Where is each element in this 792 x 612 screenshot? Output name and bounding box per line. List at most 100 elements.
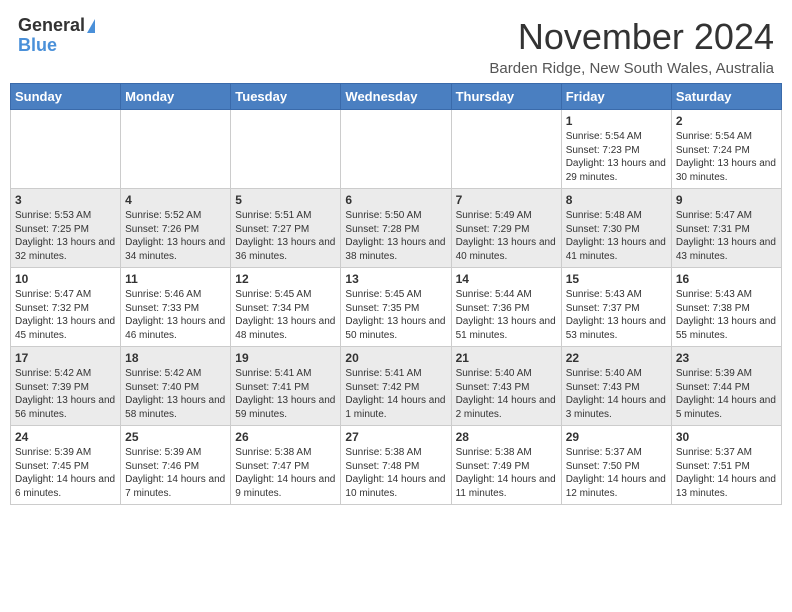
- day-number: 19: [235, 351, 336, 365]
- day-info: Sunrise: 5:38 AM Sunset: 7:48 PM Dayligh…: [345, 446, 446, 500]
- day-info: Sunrise: 5:54 AM Sunset: 7:24 PM Dayligh…: [676, 130, 777, 184]
- month-title: November 2024: [489, 16, 774, 58]
- calendar-cell: 18Sunrise: 5:42 AM Sunset: 7:40 PM Dayli…: [121, 347, 231, 426]
- calendar-cell: [121, 110, 231, 189]
- calendar-cell: 10Sunrise: 5:47 AM Sunset: 7:32 PM Dayli…: [11, 268, 121, 347]
- day-number: 23: [676, 351, 777, 365]
- day-info: Sunrise: 5:50 AM Sunset: 7:28 PM Dayligh…: [345, 209, 446, 263]
- calendar-week-row: 24 Sunrise: 5:39 AM Sunset: 7:45 PM Dayli…: [11, 426, 782, 505]
- day-info: Sunrise: 5:43 AM Sunset: 7:37 PM Dayligh…: [566, 288, 667, 342]
- day-info: Sunrise: 5:40 AM Sunset: 7:43 PM Dayligh…: [566, 367, 667, 421]
- calendar-cell: 3 Sunrise: 5:53 AM Sunset: 7:25 PM Daylig…: [11, 189, 121, 268]
- day-number: 27: [345, 430, 446, 444]
- col-header-sunday: Sunday: [11, 84, 121, 110]
- day-info: Sunrise: 5:51 AM Sunset: 7:27 PM Dayligh…: [235, 209, 336, 263]
- calendar-cell: 13 Sunrise: 5:45 AM Sunset: 7:35 PM Dayli…: [341, 268, 451, 347]
- day-number: 17: [15, 351, 116, 365]
- day-info: Sunrise: 5:41 AM Sunset: 7:42 PM Dayligh…: [345, 367, 446, 421]
- calendar-table: SundayMondayTuesdayWednesdayThursdayFrid…: [10, 83, 782, 505]
- day-number: 24: [15, 430, 116, 444]
- day-info: Sunrise: 5:39 AM Sunset: 7:46 PM Dayligh…: [125, 446, 226, 500]
- calendar-cell: [11, 110, 121, 189]
- day-info: Sunrise: 5:47 AM Sunset: 7:32 PM Dayligh…: [15, 288, 116, 342]
- calendar-cell: 6 Sunrise: 5:50 AM Sunset: 7:28 PM Daylig…: [341, 189, 451, 268]
- day-info: Sunrise: 5:53 AM Sunset: 7:25 PM Dayligh…: [15, 209, 116, 263]
- day-number: 15: [566, 272, 667, 286]
- logo: General Blue: [18, 16, 95, 56]
- calendar-cell: 19 Sunrise: 5:41 AM Sunset: 7:41 PM Dayli…: [231, 347, 341, 426]
- day-info: Sunrise: 5:45 AM Sunset: 7:34 PM Dayligh…: [235, 288, 336, 342]
- col-header-tuesday: Tuesday: [231, 84, 341, 110]
- day-info: Sunrise: 5:54 AM Sunset: 7:23 PM Dayligh…: [566, 130, 667, 184]
- calendar-cell: 23 Sunrise: 5:39 AM Sunset: 7:44 PM Dayli…: [671, 347, 781, 426]
- day-number: 16: [676, 272, 777, 286]
- calendar-cell: 26 Sunrise: 5:38 AM Sunset: 7:47 PM Dayli…: [231, 426, 341, 505]
- day-number: 28: [456, 430, 557, 444]
- day-number: 8: [566, 193, 667, 207]
- calendar-cell: [451, 110, 561, 189]
- day-info: Sunrise: 5:39 AM Sunset: 7:44 PM Dayligh…: [676, 367, 777, 421]
- day-info: Sunrise: 5:48 AM Sunset: 7:30 PM Dayligh…: [566, 209, 667, 263]
- day-number: 30: [676, 430, 777, 444]
- day-number: 7: [456, 193, 557, 207]
- calendar-cell: 25Sunrise: 5:39 AM Sunset: 7:46 PM Dayli…: [121, 426, 231, 505]
- col-header-monday: Monday: [121, 84, 231, 110]
- calendar-cell: 9 Sunrise: 5:47 AM Sunset: 7:31 PM Daylig…: [671, 189, 781, 268]
- calendar-week-row: 1 Sunrise: 5:54 AM Sunset: 7:23 PM Daylig…: [11, 110, 782, 189]
- day-info: Sunrise: 5:49 AM Sunset: 7:29 PM Dayligh…: [456, 209, 557, 263]
- calendar-cell: 27 Sunrise: 5:38 AM Sunset: 7:48 PM Dayli…: [341, 426, 451, 505]
- day-number: 11: [125, 272, 226, 286]
- day-info: Sunrise: 5:42 AM Sunset: 7:39 PM Dayligh…: [15, 367, 116, 421]
- day-info: Sunrise: 5:45 AM Sunset: 7:35 PM Dayligh…: [345, 288, 446, 342]
- day-number: 29: [566, 430, 667, 444]
- day-number: 6: [345, 193, 446, 207]
- day-info: Sunrise: 5:46 AM Sunset: 7:33 PM Dayligh…: [125, 288, 226, 342]
- calendar-cell: 11 Sunrise: 5:46 AM Sunset: 7:33 PM Dayli…: [121, 268, 231, 347]
- day-info: Sunrise: 5:37 AM Sunset: 7:50 PM Dayligh…: [566, 446, 667, 500]
- day-number: 4: [125, 193, 226, 207]
- day-number: 3: [15, 193, 116, 207]
- day-info: Sunrise: 5:38 AM Sunset: 7:47 PM Dayligh…: [235, 446, 336, 500]
- day-info: Sunrise: 5:37 AM Sunset: 7:51 PM Dayligh…: [676, 446, 777, 500]
- calendar-cell: 1 Sunrise: 5:54 AM Sunset: 7:23 PM Daylig…: [561, 110, 671, 189]
- day-number: 13: [345, 272, 446, 286]
- day-number: 14: [456, 272, 557, 286]
- calendar-week-row: 17 Sunrise: 5:42 AM Sunset: 7:39 PM Dayli…: [11, 347, 782, 426]
- day-number: 26: [235, 430, 336, 444]
- col-header-wednesday: Wednesday: [341, 84, 451, 110]
- calendar-cell: 8 Sunrise: 5:48 AM Sunset: 7:30 PM Daylig…: [561, 189, 671, 268]
- day-info: Sunrise: 5:38 AM Sunset: 7:49 PM Dayligh…: [456, 446, 557, 500]
- day-info: Sunrise: 5:44 AM Sunset: 7:36 PM Dayligh…: [456, 288, 557, 342]
- day-number: 18: [125, 351, 226, 365]
- day-info: Sunrise: 5:47 AM Sunset: 7:31 PM Dayligh…: [676, 209, 777, 263]
- day-number: 9: [676, 193, 777, 207]
- day-number: 1: [566, 114, 667, 128]
- day-number: 21: [456, 351, 557, 365]
- day-number: 5: [235, 193, 336, 207]
- calendar-cell: 29 Sunrise: 5:37 AM Sunset: 7:50 PM Dayli…: [561, 426, 671, 505]
- day-info: Sunrise: 5:52 AM Sunset: 7:26 PM Dayligh…: [125, 209, 226, 263]
- col-header-saturday: Saturday: [671, 84, 781, 110]
- day-info: Sunrise: 5:41 AM Sunset: 7:41 PM Dayligh…: [235, 367, 336, 421]
- calendar-cell: 20 Sunrise: 5:41 AM Sunset: 7:42 PM Dayli…: [341, 347, 451, 426]
- calendar-cell: 16Sunrise: 5:43 AM Sunset: 7:38 PM Dayli…: [671, 268, 781, 347]
- calendar-header-row: SundayMondayTuesdayWednesdayThursdayFrid…: [11, 84, 782, 110]
- logo-general-text: General: [18, 16, 85, 36]
- calendar-cell: [231, 110, 341, 189]
- day-number: 22: [566, 351, 667, 365]
- day-number: 20: [345, 351, 446, 365]
- calendar-cell: [341, 110, 451, 189]
- calendar-cell: 22 Sunrise: 5:40 AM Sunset: 7:43 PM Dayli…: [561, 347, 671, 426]
- calendar-cell: 24 Sunrise: 5:39 AM Sunset: 7:45 PM Dayli…: [11, 426, 121, 505]
- calendar-cell: 28 Sunrise: 5:38 AM Sunset: 7:49 PM Dayli…: [451, 426, 561, 505]
- calendar-week-row: 10Sunrise: 5:47 AM Sunset: 7:32 PM Dayli…: [11, 268, 782, 347]
- calendar-cell: 17 Sunrise: 5:42 AM Sunset: 7:39 PM Dayli…: [11, 347, 121, 426]
- calendar-cell: 7 Sunrise: 5:49 AM Sunset: 7:29 PM Daylig…: [451, 189, 561, 268]
- day-info: Sunrise: 5:40 AM Sunset: 7:43 PM Dayligh…: [456, 367, 557, 421]
- calendar-cell: 15 Sunrise: 5:43 AM Sunset: 7:37 PM Dayli…: [561, 268, 671, 347]
- title-area: November 2024 Barden Ridge, New South Wa…: [489, 16, 774, 77]
- day-info: Sunrise: 5:39 AM Sunset: 7:45 PM Dayligh…: [15, 446, 116, 500]
- calendar-cell: 2Sunrise: 5:54 AM Sunset: 7:24 PM Daylig…: [671, 110, 781, 189]
- calendar-cell: 12Sunrise: 5:45 AM Sunset: 7:34 PM Dayli…: [231, 268, 341, 347]
- calendar-cell: 4 Sunrise: 5:52 AM Sunset: 7:26 PM Daylig…: [121, 189, 231, 268]
